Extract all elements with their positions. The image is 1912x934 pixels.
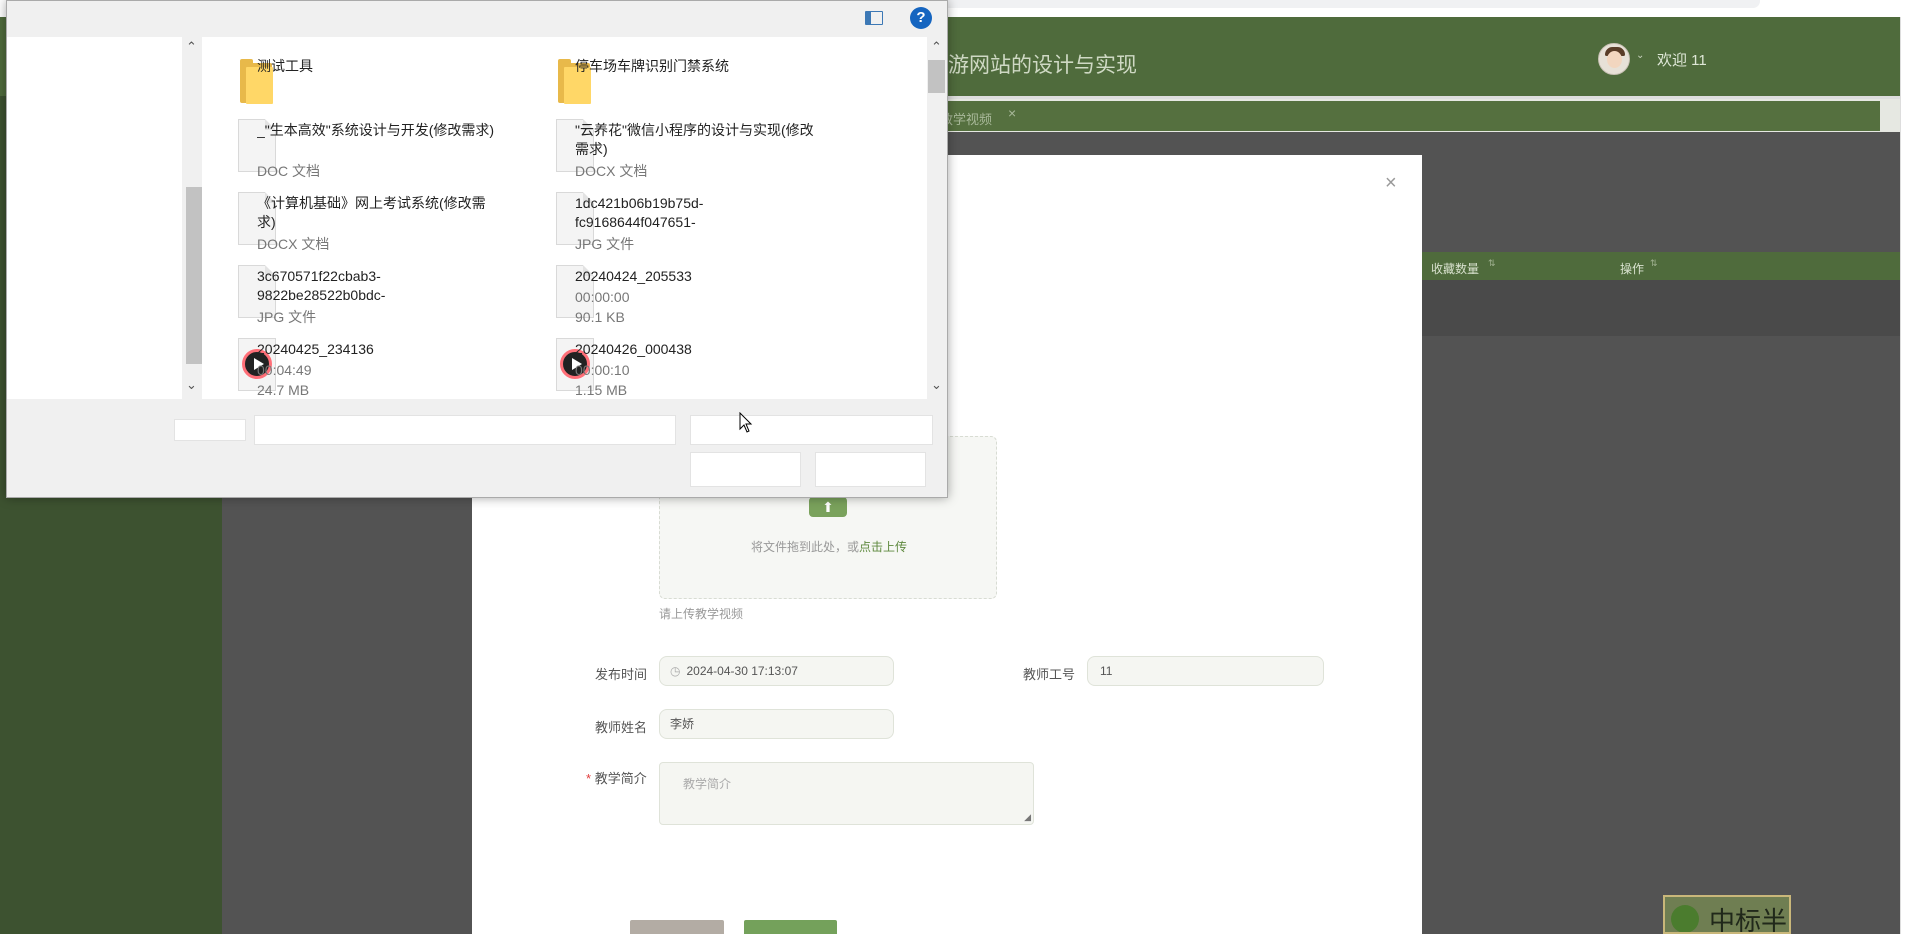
list-item[interactable]: 20240424_205533 00:00:00 90.1 KB [520,265,820,337]
teacher-id-label: 教师工号 [1023,667,1076,682]
scrollbar-thumb[interactable] [186,187,203,364]
dialog-footer [7,399,947,497]
file-size: 1.15 MB [575,382,628,398]
scroll-down-icon[interactable]: ⌄ [931,377,942,393]
upload-icon: ⬆ [809,497,847,517]
file-list-scrollbar[interactable]: ⌃ ⌄ [927,37,946,399]
scrollbar-thumb[interactable] [928,60,945,93]
thumbnail-text: 中标半 [1709,907,1788,934]
intro-textarea[interactable]: 教学简介 ◢ [659,762,1034,825]
required-mark: * [586,771,592,786]
cancel-dialog-button[interactable] [815,452,926,487]
upload-hint: 请上传教学视频 [659,607,744,621]
file-type: DOC 文档 [257,163,320,179]
tab-strip: 教学视频 × [940,101,1880,131]
file-duration: 00:00:00 [575,289,630,305]
resize-handle[interactable]: ◢ [1024,812,1031,823]
teacher-name-label: 教师姓名 [595,720,648,735]
column-header-favorites[interactable]: 收藏数量 [1431,260,1479,277]
teacher-name-input[interactable]: 李娇 [659,709,894,739]
leaf-icon [1671,905,1699,932]
close-icon[interactable]: × [1008,105,1016,121]
file-type-select[interactable] [690,415,933,445]
publish-time-input[interactable]: ◷ 2024-04-30 17:13:07 [659,656,894,686]
navigation-pane[interactable] [7,37,182,399]
submit-button[interactable] [744,920,837,934]
upload-text: 将文件拖到此处，或点击上传 [750,540,908,554]
publish-time-label: 发布时间 [595,667,648,682]
list-item[interactable]: "云养花"微信小程序的设计与实现(修改需求) DOCX 文档 [520,119,820,191]
list-item[interactable]: 1dc421b06b19b75d-fc9168644f047651-65513e… [520,192,820,264]
file-duration: 00:04:49 [257,362,312,378]
tab-notch [1883,99,1899,133]
file-name-label-box [174,419,246,441]
site-title: 游网站的设计与实现 [948,53,1137,77]
welcome-text: 欢迎 11 [1657,52,1707,69]
file-name: 测试工具 [257,58,313,74]
file-name: 20240426_000438 [575,341,692,357]
upload-link[interactable]: 点击上传 [859,540,907,554]
preview-pane-icon[interactable] [865,11,883,25]
table-row [1410,280,1900,336]
file-name: 20240425_234136 [257,341,374,357]
file-type: JPG 文件 [575,236,635,252]
file-name: _"生本高效"系统设计与开发(修改需求) [257,122,495,138]
file-name: "云养花"微信小程序的设计与实现(修改需求) [575,122,814,157]
clock-icon: ◷ [670,664,681,678]
dialog-titlebar: ? [7,1,947,37]
intro-placeholder: 教学简介 [683,777,732,791]
sort-icon[interactable]: ⇅ [1650,258,1658,269]
column-header-actions[interactable]: 操作 [1620,260,1644,277]
list-item[interactable]: 《计算机基础》网上考试系统(修改需求) DOCX 文档 [202,192,502,264]
intro-label: * 教学简介 [586,771,647,786]
nav-scrollbar[interactable]: ⌃ ⌄ [182,37,203,399]
close-icon[interactable]: × [1385,172,1397,195]
list-item[interactable]: 3c670571f22cbab3-9822be28522b0bdc-48344f… [202,265,502,337]
table-header: 收藏数量 ⇅ 操作 ⇅ [1410,252,1900,280]
file-name: 停车场车牌识别门禁系统 [575,58,729,74]
list-item[interactable]: 20240425_234136 00:04:49 24.7 MB [202,338,502,399]
cancel-button[interactable] [630,920,724,934]
teacher-id-input[interactable]: 11 [1087,656,1324,686]
list-item[interactable]: _"生本高效"系统设计与开发(修改需求) DOC 文档 [202,119,502,191]
list-item[interactable]: 20240426_000438 00:00:10 1.15 MB [520,338,820,399]
file-name: 3c670571f22cbab3-9822be28522b0bdc-48344f… [257,268,386,303]
file-name: 《计算机基础》网上考试系统(修改需求) [257,195,486,230]
file-type: DOCX 文档 [575,163,648,179]
scroll-down-icon[interactable]: ⌄ [186,377,197,393]
help-icon[interactable]: ? [910,7,932,29]
avatar[interactable] [1598,43,1630,75]
page-scrollbar[interactable] [1900,17,1912,934]
file-size: 90.1 KB [575,309,625,325]
file-list: 测试工具 停车场车牌识别门禁系统 _"生本高效"系统设计与开发(修改需求) DO… [202,37,934,399]
file-name: 1dc421b06b19b75d-fc9168644f047651-65513e… [575,195,704,230]
file-name-input[interactable] [254,415,676,445]
scroll-up-icon[interactable]: ⌃ [931,39,942,55]
list-item[interactable]: 停车场车牌识别门禁系统 [520,57,820,127]
file-size: 24.7 MB [257,382,310,398]
open-button[interactable] [690,452,801,487]
address-bar[interactable] [940,0,1760,8]
list-item[interactable]: 测试工具 [202,57,502,127]
sort-icon[interactable]: ⇅ [1488,258,1496,269]
scroll-up-icon[interactable]: ⌃ [186,39,197,55]
file-type: DOCX 文档 [257,236,330,252]
file-type: JPG 文件 [257,309,317,325]
file-open-dialog: ? ⌃ ⌄ 测试工具 停车场车牌识别门禁系统 _"生本高效"系统设计与开发(修改… [6,0,948,498]
chevron-down-icon[interactable]: ⌄ [1636,50,1644,61]
floating-thumbnail[interactable]: 中标半 [1663,895,1791,934]
file-duration: 00:00:10 [575,362,630,378]
file-name: 20240424_205533 [575,268,692,284]
